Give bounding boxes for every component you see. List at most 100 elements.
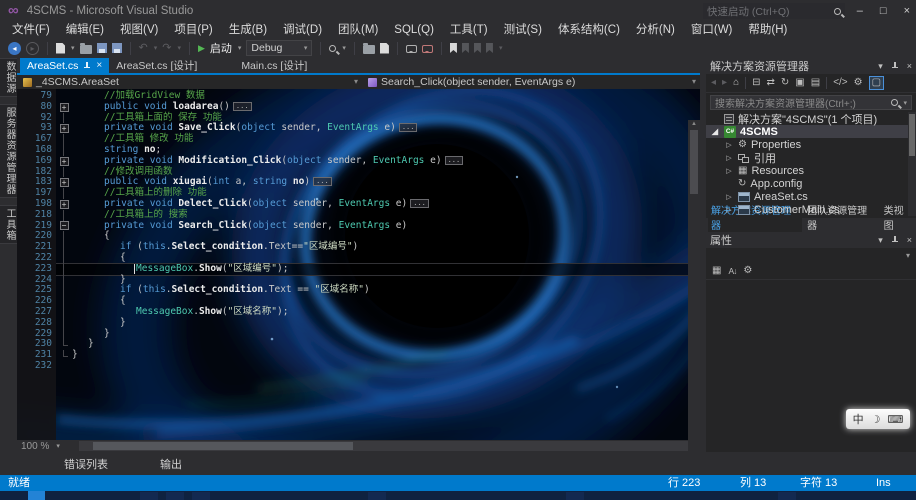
document-tab[interactable]: AreaSet.cs × xyxy=(20,58,110,73)
fold-margin[interactable]: + xyxy=(56,199,72,210)
window-position-dropdown-icon[interactable]: ▾ xyxy=(878,235,883,246)
properties-object-select[interactable]: ▾ xyxy=(706,248,916,262)
menu-item[interactable]: 窗口(W) xyxy=(683,22,741,38)
code-line[interactable]: 223 MessageBox.Show("区域编号"); xyxy=(17,262,688,276)
properties-icon[interactable]: ⚙ xyxy=(854,77,863,89)
prev-bookmark-icon[interactable] xyxy=(461,43,469,53)
collapsed-region-box[interactable]: ... xyxy=(398,123,418,133)
tree-item[interactable]: 解决方案"4SCMS"(1 个项目) xyxy=(706,112,916,126)
redo-icon[interactable]: ↷ xyxy=(162,42,171,55)
fold-margin[interactable]: + xyxy=(56,102,72,113)
code-editor[interactable]: 79//加载GridView 数据 80 + public void loadarea… xyxy=(17,89,700,440)
expand-fold-icon[interactable]: + xyxy=(59,199,69,209)
close-panel-icon[interactable]: × xyxy=(907,61,912,71)
configuration-select[interactable]: Debug ▾ xyxy=(246,40,313,56)
bookmarks-dropdown-icon[interactable]: ▾ xyxy=(499,44,503,52)
expand-fold-icon[interactable]: + xyxy=(59,178,69,188)
menu-item[interactable]: 分析(N) xyxy=(628,22,683,38)
fold-margin[interactable]: + xyxy=(56,123,72,134)
start-debug-icon[interactable]: ▶ xyxy=(198,43,205,54)
new-file-dropdown-icon[interactable]: ▾ xyxy=(71,44,75,52)
taskbar-app-icon[interactable] xyxy=(28,491,45,500)
document-tab[interactable]: AreaSet.cs [设计] xyxy=(109,58,204,73)
home-icon[interactable]: ⌂ xyxy=(733,77,739,89)
bookmark-icon[interactable] xyxy=(449,43,457,53)
horizontal-scrollbar[interactable] xyxy=(79,441,688,451)
menu-item[interactable]: 生成(B) xyxy=(221,22,275,38)
editor-zoom-select[interactable]: 100 % ▾ xyxy=(17,441,79,452)
code-line[interactable]: 228} xyxy=(17,317,688,329)
view-code-icon[interactable]: </> xyxy=(833,77,847,89)
solution-search-input[interactable]: 搜索解决方案资源管理器(Ctrl+;) ▾ xyxy=(710,95,912,110)
collapsed-region-box[interactable]: ... xyxy=(444,155,464,165)
ime-button[interactable]: 中 xyxy=(853,411,864,427)
tree-arrow-icon[interactable]: ◢ xyxy=(710,127,720,136)
code-line[interactable]: 221 if (this.Select_condition.Text=="区域编号… xyxy=(17,241,688,253)
tree-scroll-thumb[interactable] xyxy=(909,114,915,156)
show-all-files-icon[interactable]: ▤ xyxy=(811,77,820,89)
tree-item[interactable]: ▷ AreaSet.cs xyxy=(706,190,916,203)
maximize-button[interactable]: □ xyxy=(880,5,887,17)
menu-item[interactable]: 视图(V) xyxy=(112,22,166,38)
tree-arrow-icon[interactable]: ▷ xyxy=(724,206,734,214)
pin-icon[interactable] xyxy=(891,62,899,70)
tree-item[interactable]: ▷ 引用 xyxy=(706,151,916,165)
pin-icon[interactable] xyxy=(891,236,899,244)
navigate-back-icon[interactable]: ◂ xyxy=(8,41,21,55)
save-icon[interactable] xyxy=(96,43,107,53)
menu-item[interactable]: SQL(Q) xyxy=(386,22,442,38)
code-line[interactable]: 219− private void Search_Click(object sen… xyxy=(17,220,688,232)
expand-fold-icon[interactable]: + xyxy=(59,156,69,166)
new-comment-icon[interactable] xyxy=(405,45,417,53)
solution-platforms-icon[interactable] xyxy=(362,42,375,54)
tree-arrow-icon[interactable]: ▷ xyxy=(724,167,734,175)
collapsed-region-box[interactable]: ... xyxy=(313,177,332,187)
categorized-icon[interactable]: ▦ xyxy=(712,265,721,276)
back-icon[interactable]: ◂ xyxy=(711,77,716,89)
preview-selected-items-icon[interactable]: ▢ xyxy=(868,76,885,90)
menu-item[interactable]: 调试(D) xyxy=(275,22,330,38)
start-button[interactable]: 启动 xyxy=(210,40,232,56)
find-dropdown-icon[interactable]: ▾ xyxy=(342,44,346,52)
menu-item[interactable]: 体系结构(C) xyxy=(550,22,628,38)
code-line[interactable]: 229} xyxy=(17,328,688,340)
menu-item[interactable]: 团队(M) xyxy=(330,22,386,38)
tree-arrow-icon[interactable]: ▷ xyxy=(724,193,734,201)
scroll-up-icon[interactable]: ▲ xyxy=(688,121,700,127)
vertical-scroll-thumb[interactable] xyxy=(690,130,698,194)
tree-item[interactable]: ◢ C# 4SCMS xyxy=(706,125,916,138)
collapse-all-icon[interactable]: ⊟ xyxy=(752,77,760,89)
vertical-scrollbar[interactable]: ▲ ▼ xyxy=(688,120,700,440)
window-position-dropdown-icon[interactable]: ▾ xyxy=(878,61,883,72)
document-tab[interactable]: Main.cs [设计] xyxy=(234,58,314,73)
code-line[interactable]: 230} xyxy=(17,338,688,350)
refresh-icon[interactable]: ↻ xyxy=(781,77,789,89)
tree-item[interactable]: ▷ ▦ Resources xyxy=(706,164,916,177)
nested-view-icon[interactable]: ▣ xyxy=(795,77,804,89)
code-line[interactable]: 231} xyxy=(17,349,688,361)
start-dropdown-icon[interactable]: ▾ xyxy=(238,44,242,52)
menu-item[interactable]: 测试(S) xyxy=(496,22,550,38)
menu-item[interactable]: 工具(T) xyxy=(442,22,496,38)
menu-item[interactable]: 文件(F) xyxy=(4,22,58,38)
ime-button[interactable]: ☽ xyxy=(871,413,881,426)
navigate-forward-icon[interactable]: ▸ xyxy=(26,41,39,55)
forward-icon[interactable]: ▸ xyxy=(722,77,727,89)
code-line[interactable]: 232 xyxy=(17,360,688,372)
search-dropdown-icon[interactable]: ▾ xyxy=(903,99,907,107)
open-file-icon[interactable] xyxy=(79,42,92,54)
quick-launch-input[interactable]: 快速启动 (Ctrl+Q) xyxy=(703,3,845,19)
menu-item[interactable]: 帮助(H) xyxy=(740,22,795,38)
code-line[interactable]: 225 if (this.Select_condition.Text == "区域… xyxy=(17,284,688,296)
undo-dropdown-icon[interactable]: ▾ xyxy=(154,44,158,52)
menu-item[interactable]: 项目(P) xyxy=(166,22,220,38)
next-bookmark-icon[interactable] xyxy=(473,43,481,53)
tree-scrollbar[interactable] xyxy=(908,112,916,216)
close-button[interactable]: × xyxy=(904,5,910,17)
bottom-panel-tab[interactable]: 输出 xyxy=(160,456,182,472)
horizontal-scroll-thumb[interactable] xyxy=(93,442,353,450)
collapsed-region-box[interactable]: ... xyxy=(232,101,252,111)
minimize-button[interactable]: – xyxy=(857,5,863,17)
redo-dropdown-icon[interactable]: ▾ xyxy=(177,44,181,52)
property-pages-icon[interactable]: ⚙ xyxy=(743,265,752,276)
